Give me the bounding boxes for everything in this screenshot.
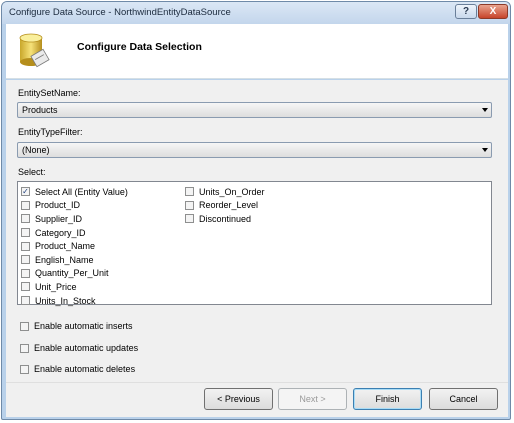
enable-updates-checkbox[interactable] — [20, 343, 29, 353]
type-filter-label: EntityTypeFilter: — [18, 127, 83, 137]
button-bar: < Previous Next > Finish Cancel — [6, 382, 508, 417]
enable-updates-option[interactable]: Enable automatic updates — [20, 343, 138, 353]
checkbox[interactable] — [21, 241, 30, 251]
title-bar: Configure Data Source - NorthwindEntityD… — [2, 2, 510, 24]
chevron-down-icon — [482, 108, 488, 112]
checkbox[interactable] — [185, 214, 194, 224]
list-item[interactable]: Supplier_ID — [21, 212, 128, 226]
content-panel: EntitySetName: Products EntityTypeFilter… — [6, 80, 508, 382]
checkbox[interactable] — [21, 296, 30, 306]
enable-deletes-option[interactable]: Enable automatic deletes — [20, 364, 135, 374]
list-item-label: Discontinued — [199, 213, 252, 224]
next-button[interactable]: Next > — [278, 388, 347, 410]
fields-column-1: Select All (Entity Value) Product_ID Sup… — [21, 185, 128, 307]
list-item[interactable]: Discontinued — [185, 212, 265, 226]
list-item-label: Supplier_ID — [35, 213, 83, 224]
enable-inserts-option[interactable]: Enable automatic inserts — [20, 321, 133, 331]
enable-updates-label: Enable automatic updates — [34, 343, 139, 353]
list-item[interactable]: Select All (Entity Value) — [21, 185, 128, 199]
checkbox[interactable] — [21, 228, 30, 238]
list-item[interactable]: Unit_Price — [21, 280, 128, 294]
checkbox[interactable] — [21, 187, 30, 197]
wizard-header: Configure Data Selection — [6, 24, 508, 79]
checkbox[interactable] — [21, 282, 30, 292]
cancel-button[interactable]: Cancel — [429, 388, 498, 410]
list-item[interactable]: Quantity_Per_Unit — [21, 267, 128, 281]
select-fields-list[interactable]: Select All (Entity Value) Product_ID Sup… — [17, 181, 492, 307]
enable-inserts-checkbox[interactable] — [20, 321, 29, 331]
list-item[interactable]: English_Name — [21, 253, 128, 267]
list-item[interactable]: Product_Name — [21, 239, 128, 253]
fields-column-2: Units_On_Order Reorder_Level Discontinue… — [185, 185, 265, 226]
list-item-label: Unit_Price — [35, 281, 77, 292]
list-item-label: Quantity_Per_Unit — [35, 268, 109, 279]
help-button[interactable]: ? — [455, 4, 477, 19]
chevron-down-icon — [482, 148, 488, 152]
list-item-label: Units_On_Order — [199, 186, 265, 197]
list-item-label: English_Name — [35, 254, 94, 265]
previous-button[interactable]: < Previous — [204, 388, 273, 410]
close-button[interactable]: X — [478, 4, 508, 19]
list-item-label: Units_In_Stock — [35, 295, 96, 306]
list-item[interactable]: Category_ID — [21, 226, 128, 240]
checkbox[interactable] — [21, 268, 30, 278]
list-item[interactable]: Units_In_Stock — [21, 294, 128, 308]
list-item-label: Product_ID — [35, 200, 81, 211]
type-filter-dropdown[interactable]: (None) — [17, 142, 492, 158]
entity-set-dropdown[interactable]: Products — [17, 102, 492, 118]
checkbox[interactable] — [185, 200, 194, 210]
page-title: Configure Data Selection — [77, 41, 202, 53]
entity-set-value: Products — [22, 105, 58, 115]
list-item[interactable]: Reorder_Level — [185, 199, 265, 213]
checkbox[interactable] — [21, 255, 30, 265]
enable-deletes-checkbox[interactable] — [20, 364, 29, 374]
list-item-label: Reorder_Level — [199, 200, 259, 211]
list-item-label: Category_ID — [35, 227, 86, 238]
checkbox[interactable] — [185, 187, 194, 197]
database-icon — [19, 33, 50, 68]
checkbox[interactable] — [21, 214, 30, 224]
dialog-window: Configure Data Source - NorthwindEntityD… — [1, 1, 511, 420]
select-label: Select: — [18, 167, 46, 177]
checkbox[interactable] — [21, 200, 30, 210]
list-item[interactable]: Product_ID — [21, 199, 128, 213]
enable-deletes-label: Enable automatic deletes — [34, 364, 136, 374]
enable-inserts-label: Enable automatic inserts — [34, 321, 133, 331]
entity-set-label: EntitySetName: — [18, 88, 81, 98]
finish-button[interactable]: Finish — [353, 388, 422, 410]
list-item-label: Select All (Entity Value) — [35, 186, 128, 197]
list-item[interactable]: Units_On_Order — [185, 185, 265, 199]
type-filter-value: (None) — [22, 145, 50, 155]
list-item-label: Product_Name — [35, 241, 96, 252]
window-title: Configure Data Source - NorthwindEntityD… — [9, 7, 231, 18]
